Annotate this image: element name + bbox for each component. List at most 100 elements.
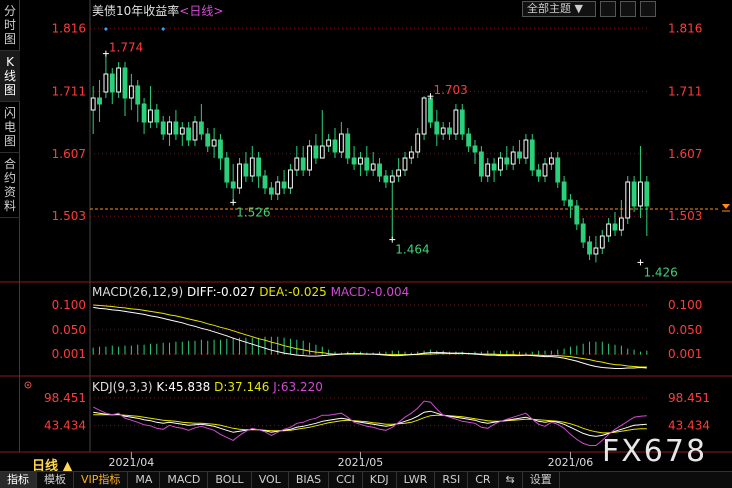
candle (370, 163, 376, 171)
theme-select-label: 全部主题 (527, 2, 571, 15)
candle (167, 121, 172, 135)
candle (186, 127, 192, 141)
candle (568, 199, 573, 207)
candle (141, 103, 147, 123)
candle (529, 139, 535, 171)
indicator-tab-bar: 指标 模板 VIP指标 MA MACD BOLL VOL BIAS CCI KDJ LWR RSI CR… (0, 471, 732, 488)
tab-5[interactable]: BOLL (208, 472, 252, 488)
tab-12[interactable]: CR (468, 472, 499, 488)
candle (491, 163, 497, 171)
candle (338, 133, 344, 153)
candle (428, 97, 433, 123)
candle (408, 151, 414, 159)
kdj-legend: KDJ(9,3,3) K:45.838 D:37.146 J:63.220 (92, 380, 323, 394)
macd-tick-label-right: 0.001 (668, 347, 702, 361)
candle (523, 139, 529, 159)
candle (593, 247, 599, 255)
candle (631, 181, 637, 207)
candle (498, 157, 503, 171)
candle (173, 121, 179, 135)
candle (90, 97, 96, 111)
candle (154, 109, 160, 123)
d-value: 37.146 (227, 380, 270, 394)
macd-legend: MACD(26,12,9) DIFF:-0.027 DEA:-0.025 MAC… (92, 285, 409, 299)
candle (307, 145, 312, 171)
candle (326, 139, 332, 147)
kline-chart[interactable]: 1.816 1.816 1.711 1.711 1.607 1.607 1.503 1.503… (0, 0, 732, 470)
candle (396, 169, 402, 177)
candle (606, 223, 612, 237)
tab-1[interactable]: 模板 (37, 472, 74, 488)
layout-single-icon[interactable] (600, 1, 616, 17)
candle (466, 133, 472, 147)
x-tick-label: 2021/06 (548, 456, 594, 469)
candle (243, 163, 249, 177)
k-label: K: (156, 380, 169, 394)
candle (421, 97, 427, 135)
candle (510, 151, 516, 165)
macd-tick-label-left: 0.100 (52, 298, 86, 312)
candle (599, 235, 605, 249)
candle (135, 85, 141, 105)
candle (109, 73, 115, 93)
price-tick-label-left: 1.503 (52, 209, 86, 223)
candle (332, 139, 338, 153)
tab-2[interactable]: VIP指标 (74, 472, 129, 488)
candle (415, 133, 421, 153)
tab-7[interactable]: BIAS (289, 472, 330, 488)
tab-3[interactable]: MA (128, 472, 161, 488)
tab-10[interactable]: LWR (397, 472, 436, 488)
candle (434, 121, 440, 135)
candle (472, 145, 478, 153)
candle (237, 163, 242, 189)
layout-grid-icon[interactable] (640, 1, 656, 17)
tab-4[interactable]: MACD (160, 472, 209, 488)
indicator-settings-icon (27, 384, 29, 386)
candle (612, 223, 618, 231)
candle (205, 133, 211, 147)
instrument-name: 美债10年收益率 (92, 4, 180, 18)
macd-value: -0.004 (370, 285, 410, 299)
candle (644, 181, 650, 207)
candle (504, 157, 510, 165)
candle (638, 181, 643, 207)
price-tick-label-right: 1.503 (668, 209, 702, 223)
period-indicator[interactable]: <日线> (179, 4, 223, 18)
k-line (93, 410, 647, 437)
price-marker-label: 1.464 (395, 243, 429, 257)
candle (555, 157, 561, 183)
macd-tick-label-right: 0.100 (668, 298, 702, 312)
candle (160, 121, 166, 135)
price-marker-label: 1.703 (433, 83, 467, 97)
candle (377, 163, 382, 177)
candle (192, 121, 198, 141)
candle (440, 127, 446, 135)
j-label: J: (273, 380, 281, 394)
kdj-tick-label-right: 98.451 (668, 391, 710, 405)
candle (580, 223, 586, 243)
candle (224, 157, 230, 183)
candle (281, 181, 287, 189)
tab-13[interactable]: ⇆ (499, 472, 523, 488)
candle (288, 169, 293, 189)
candle (351, 157, 357, 165)
candle (574, 205, 580, 225)
dif-line (93, 306, 647, 369)
layout-split-icon[interactable] (620, 1, 636, 17)
fx678-watermark: FX678 (602, 434, 708, 469)
tab-8[interactable]: CCI (329, 472, 363, 488)
candle (313, 145, 319, 159)
tab-11[interactable]: RSI (435, 472, 469, 488)
tab-6[interactable]: VOL (252, 472, 289, 488)
tab-9[interactable]: KDJ (363, 472, 397, 488)
candle (447, 127, 452, 135)
price-marker-label: 1.526 (236, 205, 270, 219)
tab-0[interactable]: 指标 (0, 472, 37, 488)
macd-tick-label-left: 0.001 (52, 347, 86, 361)
dea-label: DEA: (259, 285, 289, 299)
tab-14[interactable]: 设置 (523, 472, 560, 488)
candle (383, 175, 389, 183)
price-tick-label-right: 1.816 (668, 21, 702, 35)
j-value: 63.220 (280, 380, 323, 394)
theme-select[interactable]: 全部主题 ▼ (522, 1, 596, 17)
